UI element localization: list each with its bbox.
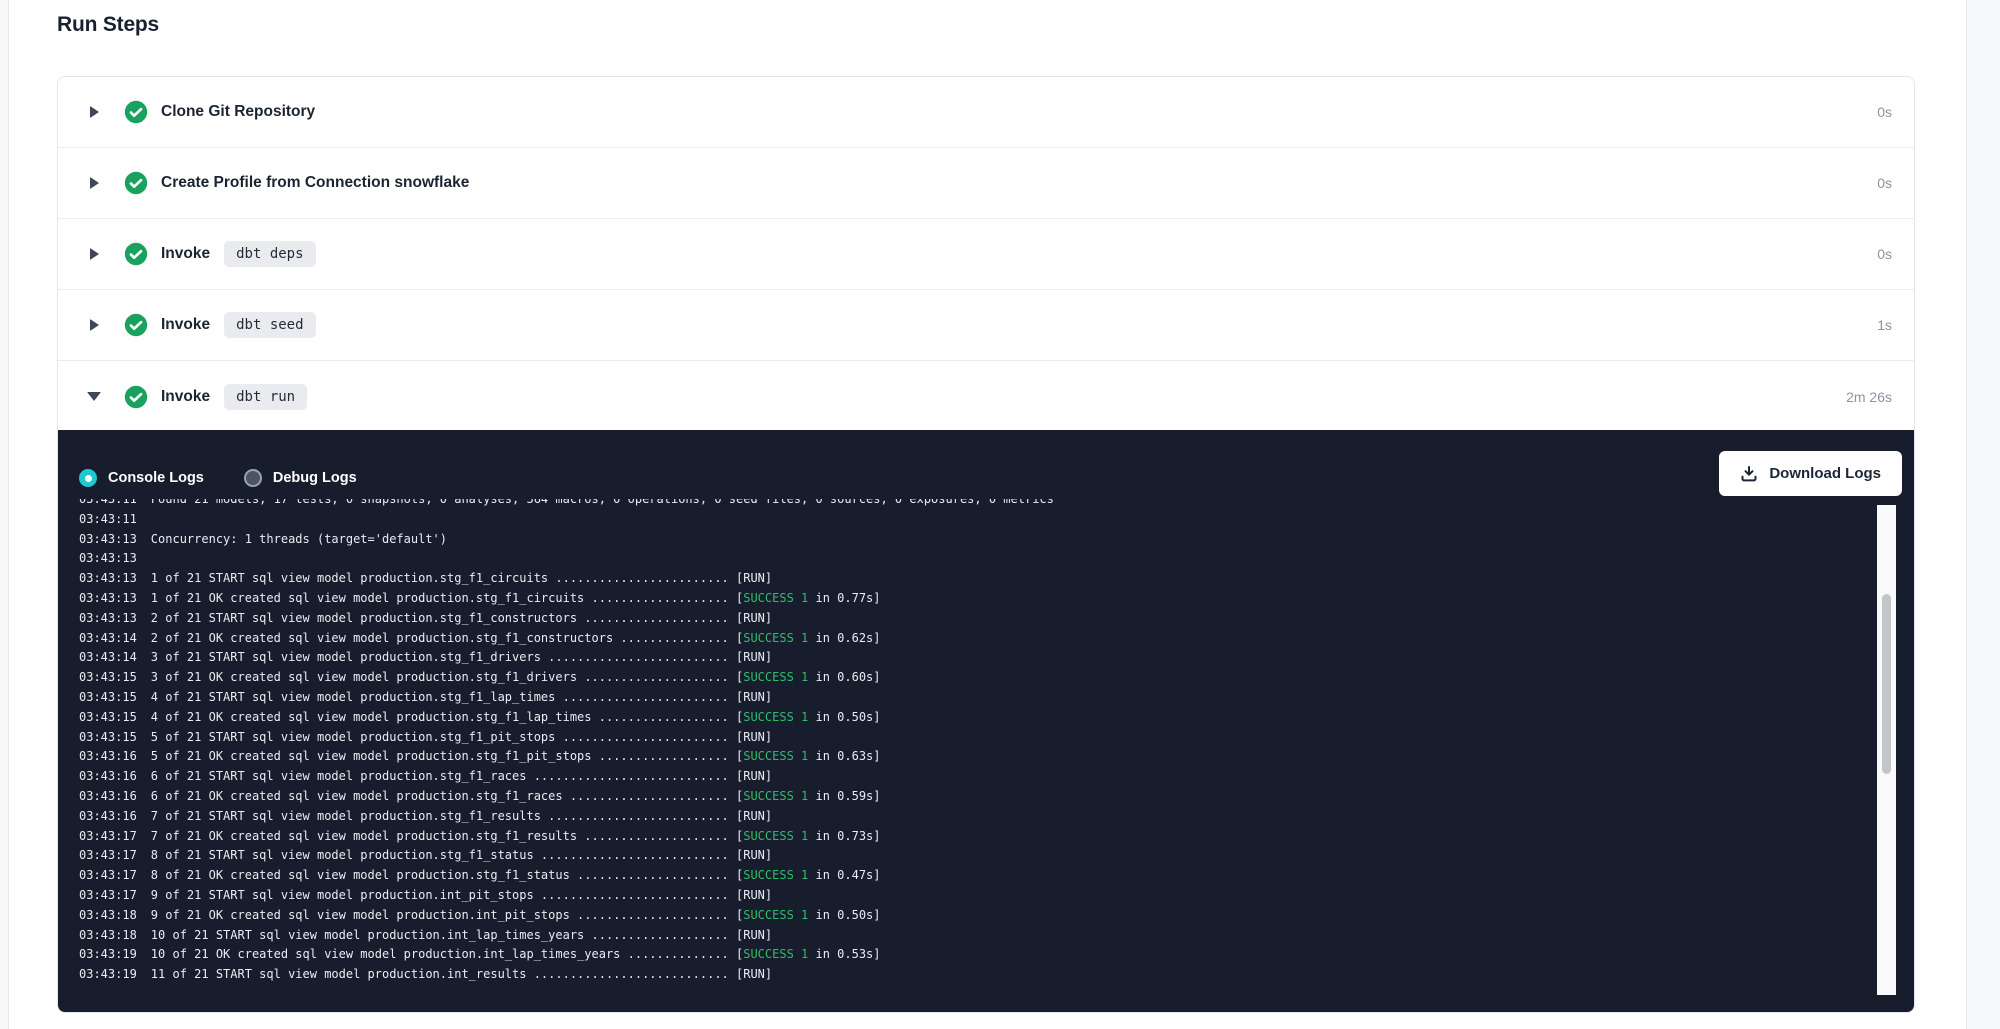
log-line: 03:43:1910 of 21 OK created sql view mod…	[79, 945, 1804, 965]
step-row-invoke-dbt-run[interactable]: Invoke dbt run 2m 26s	[58, 361, 1914, 432]
log-scrollbar-track[interactable]	[1877, 505, 1896, 995]
success-check-icon	[124, 171, 148, 195]
step-duration: 2m 26s	[1846, 389, 1892, 405]
left-edge-strip	[0, 0, 9, 1029]
step-row-create-profile[interactable]: Create Profile from Connection snowflake…	[58, 148, 1914, 219]
command-badge: dbt run	[224, 384, 307, 410]
command-badge: dbt deps	[224, 241, 315, 267]
radio-label[interactable]: Console Logs	[108, 470, 204, 486]
radio-selected-icon[interactable]	[79, 469, 97, 487]
log-line: 03:43:143 of 21 START sql view model pro…	[79, 648, 1804, 668]
debug-logs-radio[interactable]: Debug Logs	[244, 469, 357, 487]
log-line: 03:43:13Concurrency: 1 threads (target='…	[79, 530, 1804, 550]
log-line: 03:43:131 of 21 START sql view model pro…	[79, 569, 1804, 589]
success-check-icon	[124, 385, 148, 409]
step-label: Invoke	[161, 388, 210, 406]
right-edge-strip	[1966, 0, 2000, 1029]
step-row-invoke-dbt-seed[interactable]: Invoke dbt seed 1s	[58, 290, 1914, 361]
log-output-view[interactable]: 03:43:11Found 21 models, 17 tests, 0 sna…	[79, 499, 1804, 1002]
step-row-invoke-dbt-deps[interactable]: Invoke dbt deps 0s	[58, 219, 1914, 290]
log-line: 03:43:154 of 21 START sql view model pro…	[79, 688, 1804, 708]
success-check-icon	[124, 242, 148, 266]
log-line: 03:43:178 of 21 START sql view model pro…	[79, 846, 1804, 866]
log-line: 03:43:153 of 21 OK created sql view mode…	[79, 668, 1804, 688]
log-line: 03:43:166 of 21 OK created sql view mode…	[79, 787, 1804, 807]
success-check-icon	[124, 100, 148, 124]
step-label: Invoke	[161, 316, 210, 334]
collapse-caret-icon[interactable]	[86, 389, 102, 405]
run-steps-card: Clone Git Repository 0s Create Profile f…	[57, 76, 1915, 1013]
step-duration: 1s	[1877, 317, 1892, 333]
success-check-icon	[124, 313, 148, 337]
radio-unselected-icon[interactable]	[244, 469, 262, 487]
step-label: Create Profile from Connection snowflake	[161, 174, 469, 192]
log-lines: 03:43:11Found 21 models, 17 tests, 0 sna…	[79, 499, 1804, 985]
log-scrollbar-thumb[interactable]	[1882, 594, 1891, 774]
step-label: Clone Git Repository	[161, 103, 315, 121]
run-steps-page: Run Steps Clone Git Repository 0s Create…	[0, 0, 2000, 1029]
expand-caret-icon[interactable]	[86, 246, 102, 262]
log-line: 03:43:132 of 21 START sql view model pro…	[79, 609, 1804, 629]
expand-caret-icon[interactable]	[86, 104, 102, 120]
log-line: 03:43:155 of 21 START sql view model pro…	[79, 728, 1804, 748]
log-line: 03:43:11	[79, 510, 1804, 530]
log-line: 03:43:1911 of 21 START sql view model pr…	[79, 965, 1804, 985]
download-logs-button[interactable]: Download Logs	[1719, 451, 1902, 496]
expand-caret-icon[interactable]	[86, 175, 102, 191]
log-view-toolbar: Console Logs Debug Logs	[79, 458, 397, 498]
step-duration: 0s	[1877, 175, 1892, 191]
log-line: 03:43:1810 of 21 START sql view model pr…	[79, 926, 1804, 946]
log-line: 03:43:189 of 21 OK created sql view mode…	[79, 906, 1804, 926]
log-line: 03:43:154 of 21 OK created sql view mode…	[79, 708, 1804, 728]
command-badge: dbt seed	[224, 312, 315, 338]
step-duration: 0s	[1877, 104, 1892, 120]
log-line: 03:43:13	[79, 549, 1804, 569]
step-label: Invoke	[161, 245, 210, 263]
log-line: 03:43:179 of 21 START sql view model pro…	[79, 886, 1804, 906]
step-duration: 0s	[1877, 246, 1892, 262]
page-title: Run Steps	[57, 13, 159, 37]
log-line: 03:43:178 of 21 OK created sql view mode…	[79, 866, 1804, 886]
log-line: 03:43:165 of 21 OK created sql view mode…	[79, 747, 1804, 767]
console-logs-radio[interactable]: Console Logs	[79, 469, 204, 487]
log-line: 03:43:131 of 21 OK created sql view mode…	[79, 589, 1804, 609]
log-line: 03:43:167 of 21 START sql view model pro…	[79, 807, 1804, 827]
expand-caret-icon[interactable]	[86, 317, 102, 333]
console-log-panel: Console Logs Debug Logs Download Logs 03…	[58, 430, 1914, 1012]
log-line: 03:43:177 of 21 OK created sql view mode…	[79, 827, 1804, 847]
log-line: 03:43:11Found 21 models, 17 tests, 0 sna…	[79, 499, 1804, 510]
download-icon	[1740, 465, 1758, 483]
log-line: 03:43:142 of 21 OK created sql view mode…	[79, 629, 1804, 649]
step-row-clone-git-repository[interactable]: Clone Git Repository 0s	[58, 77, 1914, 148]
download-logs-label: Download Logs	[1769, 465, 1881, 482]
log-line: 03:43:166 of 21 START sql view model pro…	[79, 767, 1804, 787]
radio-label[interactable]: Debug Logs	[273, 470, 357, 486]
